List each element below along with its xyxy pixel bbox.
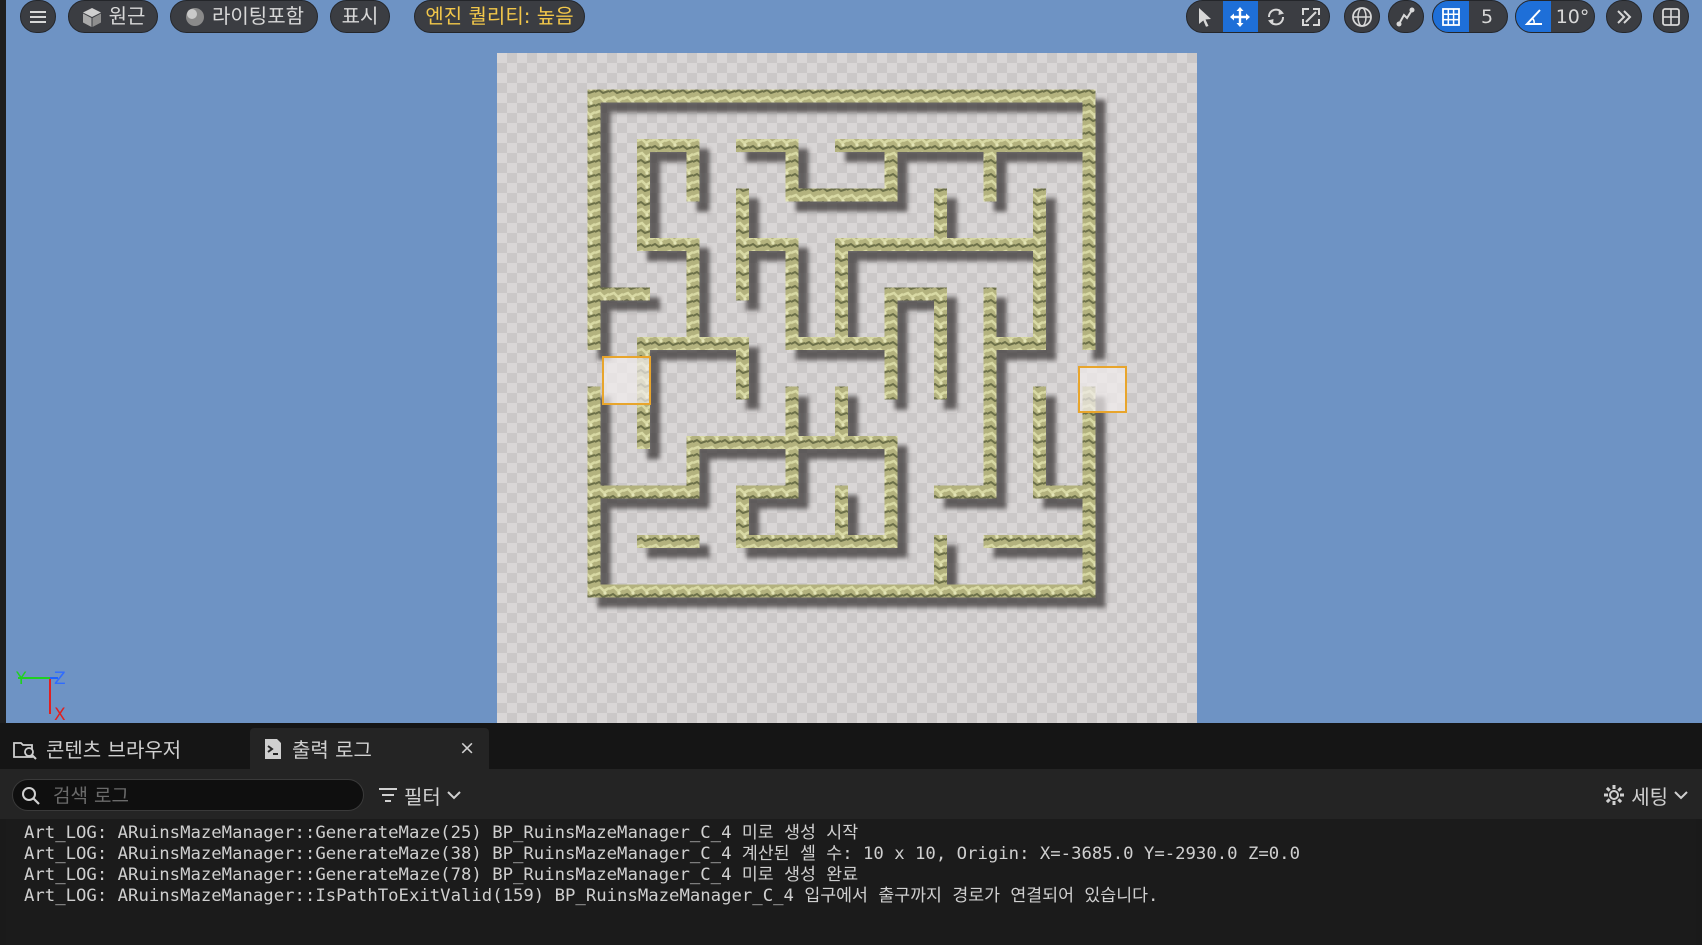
log-filter-bar: 필터 세팅 bbox=[0, 769, 1702, 819]
transform-tools bbox=[1186, 0, 1330, 33]
layout-icon bbox=[1662, 7, 1680, 26]
level-viewport[interactable]: 원근 라이팅포함 표시 엔진 퀄리티: 높음 5 10° Y Z X bbox=[0, 0, 1702, 723]
tab-output-log[interactable]: 출력 로그 × bbox=[250, 728, 489, 769]
filter-label: 필터 bbox=[404, 784, 441, 809]
world-local-toggle[interactable] bbox=[1344, 0, 1380, 33]
rotate-icon bbox=[1267, 8, 1284, 25]
gear-icon bbox=[1604, 785, 1625, 805]
output-log-area[interactable]: Art_LOG: ARuinsMazeManager::GenerateMaze… bbox=[6, 819, 1696, 945]
settings-button[interactable]: 세팅 bbox=[1603, 781, 1688, 809]
settings-label: 세팅 bbox=[1631, 784, 1668, 809]
tab-content-browser[interactable]: 콘텐츠 브라우저 bbox=[0, 728, 246, 769]
perspective-button[interactable]: 원근 bbox=[68, 0, 158, 33]
grid-snap-toggle[interactable] bbox=[1433, 1, 1469, 32]
rotation-snap-value[interactable]: 10° bbox=[1551, 1, 1594, 32]
log-search-box bbox=[12, 779, 364, 811]
log-search-input[interactable] bbox=[51, 782, 355, 810]
rotation-snap-toggle[interactable] bbox=[1516, 1, 1552, 32]
show-button[interactable]: 표시 bbox=[330, 0, 390, 33]
filter-icon bbox=[379, 788, 397, 802]
entrance-marker[interactable] bbox=[602, 356, 651, 405]
tab-output-log-label: 출력 로그 bbox=[292, 738, 372, 762]
log-line: Art_LOG: ARuinsMazeManager::GenerateMaze… bbox=[24, 823, 859, 843]
chevron-down-icon bbox=[447, 791, 461, 800]
angle-icon bbox=[1524, 8, 1542, 25]
view-mode-label: 라이팅포함 bbox=[212, 4, 304, 28]
surface-snap-icon bbox=[1396, 7, 1415, 26]
double-chevron-right-icon bbox=[1617, 9, 1632, 24]
log-line: Art_LOG: ARuinsMazeManager::GenerateMaze… bbox=[24, 865, 859, 885]
tab-content-browser-label: 콘텐츠 브라우저 bbox=[46, 738, 182, 762]
axis-gizmo: Y Z X bbox=[15, 669, 66, 723]
perspective-label: 원근 bbox=[108, 4, 146, 28]
show-label: 표시 bbox=[341, 4, 379, 28]
translate-tool-button[interactable] bbox=[1222, 1, 1258, 32]
grid-snap-value[interactable]: 5 bbox=[1469, 1, 1505, 32]
log-line: Art_LOG: ARuinsMazeManager::IsPathToExit… bbox=[24, 886, 1159, 906]
sphere-icon bbox=[186, 7, 204, 26]
view-mode-button[interactable]: 라이팅포함 bbox=[170, 0, 318, 33]
gizmo-y-label: Y bbox=[15, 669, 27, 689]
hamburger-icon bbox=[30, 10, 46, 23]
cube-icon bbox=[82, 7, 101, 27]
cursor-icon bbox=[1198, 7, 1211, 27]
viewport-toolbar: 원근 라이팅포함 표시 엔진 퀄리티: 높음 5 10° bbox=[0, 0, 1702, 34]
move-icon bbox=[1230, 6, 1251, 27]
viewport-border bbox=[0, 0, 6, 723]
viewport-layout-button[interactable] bbox=[1653, 0, 1689, 33]
grid-icon bbox=[1442, 7, 1460, 26]
chevron-down-icon bbox=[1674, 791, 1688, 800]
surface-snap-button[interactable] bbox=[1388, 0, 1424, 33]
maze bbox=[587, 89, 1127, 598]
scale-icon bbox=[1302, 7, 1321, 26]
engine-quality-button[interactable]: 엔진 퀄리티: 높음 bbox=[414, 0, 585, 33]
output-log-icon bbox=[265, 738, 281, 759]
gizmo-x-label: X bbox=[54, 705, 66, 723]
engine-quality-label: 엔진 퀄리티: 높음 bbox=[425, 4, 574, 28]
viewport-menu-button[interactable] bbox=[20, 0, 56, 33]
folder-search-icon bbox=[13, 741, 37, 760]
maze-floor bbox=[497, 53, 1197, 723]
scale-tool-button[interactable] bbox=[1294, 1, 1330, 32]
filter-button[interactable]: 필터 bbox=[378, 781, 461, 809]
select-tool-button[interactable] bbox=[1187, 1, 1223, 32]
search-icon bbox=[22, 787, 40, 805]
bottom-panel-tab-bar: 콘텐츠 브라우저 출력 로그 × bbox=[0, 723, 1702, 769]
globe-icon bbox=[1352, 6, 1372, 27]
log-line: Art_LOG: ARuinsMazeManager::GenerateMaze… bbox=[24, 844, 1300, 864]
grid-snap-group: 5 bbox=[1432, 0, 1508, 33]
close-tab-button[interactable]: × bbox=[459, 737, 475, 759]
gizmo-z-label: Z bbox=[54, 669, 66, 689]
exit-marker[interactable] bbox=[1078, 366, 1127, 413]
rotate-tool-button[interactable] bbox=[1258, 1, 1294, 32]
rotation-snap-group: 10° bbox=[1515, 0, 1595, 33]
more-tools-button[interactable] bbox=[1606, 0, 1642, 33]
maze-walls bbox=[587, 89, 1096, 598]
